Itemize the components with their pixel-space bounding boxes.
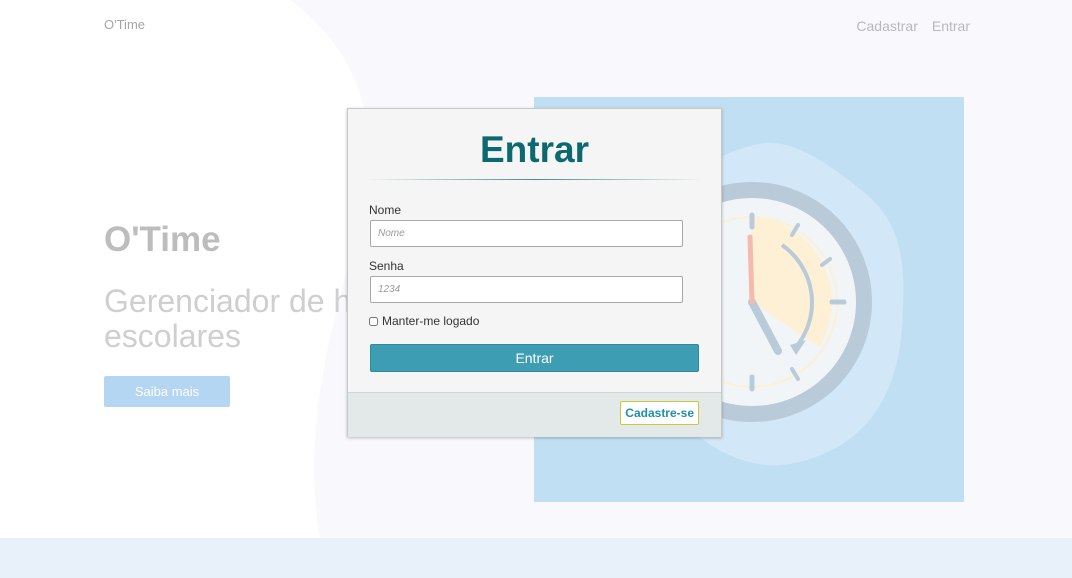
learn-more-button[interactable]: Saiba mais [104, 376, 230, 407]
name-label: Nome [369, 203, 402, 217]
modal-footer: Cadastre-se [348, 392, 721, 437]
navbar-brand[interactable]: O'Time [104, 17, 145, 32]
password-label: Senha [369, 259, 404, 273]
login-submit-button[interactable]: Entrar [370, 344, 699, 372]
nav-link-cadastrar[interactable]: Cadastrar [856, 18, 917, 34]
remember-me-row: Manter-me logado [369, 314, 479, 328]
remember-me-checkbox[interactable] [369, 316, 378, 326]
password-input[interactable] [370, 276, 683, 303]
footer-band [0, 538, 1072, 578]
hero-title: O'Time [104, 220, 221, 259]
login-modal: Entrar Nome Senha Manter-me logado Entra… [347, 108, 722, 437]
nav-link-entrar[interactable]: Entrar [932, 18, 970, 34]
navbar-links: Cadastrar Entrar [856, 18, 970, 34]
title-divider [368, 179, 703, 180]
modal-title: Entrar [480, 129, 589, 170]
register-button[interactable]: Cadastre-se [620, 401, 699, 425]
name-input[interactable] [370, 220, 683, 247]
remember-me-label[interactable]: Manter-me logado [382, 314, 479, 328]
